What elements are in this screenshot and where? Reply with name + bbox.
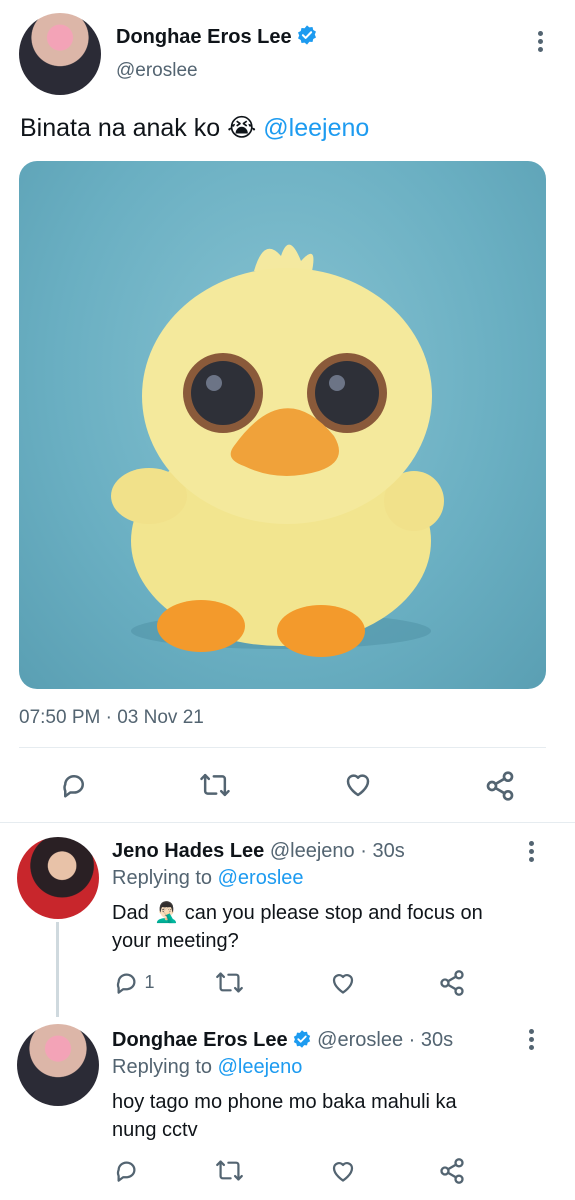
reply-count: 1 (144, 972, 155, 992)
duck-plush-illustration (111, 244, 444, 657)
reply-icon (63, 775, 84, 798)
tweet-image[interactable] (19, 161, 546, 689)
reply-age: · 30s (408, 1029, 454, 1051)
reply-text: Dad 🤦🏻‍♂️ can you please stop and focus … (112, 899, 542, 955)
share-icon (440, 970, 464, 996)
reply-text-part: can you please stop and focus on (184, 902, 483, 924)
mention-link[interactable]: @leejeno (263, 114, 369, 142)
reply-button[interactable] (59, 770, 89, 805)
reply-icon (116, 973, 136, 994)
reply-header: Jeno Hades Lee @leejeno · 30s (112, 840, 405, 863)
replying-to-label: Replying to (112, 1056, 213, 1078)
share-icon (440, 1158, 464, 1184)
replying-to-handle[interactable]: @eroslee (218, 867, 304, 889)
divider (19, 747, 546, 748)
share-icon (486, 771, 514, 801)
retweet-button[interactable] (199, 770, 231, 805)
reply-avatar[interactable] (17, 1024, 99, 1106)
verified-badge-icon (293, 1030, 310, 1048)
reply-display-name[interactable]: Donghae Eros Lee (112, 1029, 288, 1051)
reply-handle[interactable]: @eroslee (317, 1029, 403, 1051)
reply-header: Donghae Eros Lee @eroslee · 30s (112, 1029, 453, 1052)
thread-line (56, 922, 59, 1017)
author-name-row[interactable]: Donghae Eros Lee (116, 24, 318, 50)
share-button[interactable] (438, 969, 466, 1002)
more-vertical-icon[interactable] (521, 838, 541, 865)
crying-emoji: 😭 (227, 114, 257, 142)
retweet-button[interactable] (215, 969, 244, 1001)
replying-to-handle[interactable]: @leejeno (218, 1056, 303, 1078)
retweet-button[interactable] (215, 1157, 244, 1189)
share-button[interactable] (438, 1157, 466, 1190)
retweet-icon (216, 972, 243, 993)
reply-display-name[interactable]: Jeno Hades Lee (112, 840, 264, 862)
more-vertical-icon[interactable] (521, 1026, 541, 1053)
like-icon (346, 774, 370, 797)
reply-icon (116, 1161, 136, 1182)
reply-age: · 30s (360, 840, 405, 862)
author-display-name[interactable]: Donghae Eros Lee (116, 26, 292, 48)
reply-avatar[interactable] (17, 837, 99, 919)
more-vertical-icon[interactable] (530, 28, 550, 55)
reply-text: hoy tago mo phone mo baka mahuli ka nung… (112, 1088, 542, 1144)
like-button[interactable] (329, 970, 357, 1002)
share-button[interactable] (484, 770, 516, 807)
reply-handle[interactable]: @leejeno (270, 840, 355, 862)
section-divider (0, 822, 575, 823)
retweet-icon (200, 773, 230, 797)
facepalm-emoji: 🤦🏻‍♂️ (154, 902, 180, 924)
replying-to-label: Replying to (112, 867, 213, 889)
verified-badge-icon (297, 25, 316, 45)
reply-button[interactable]: 1 (113, 969, 154, 996)
tweet-text: Binata na anak ko 😭 @leejeno (20, 113, 369, 143)
replying-to: Replying to @leejeno (112, 1056, 302, 1079)
reply-text-part: Dad (112, 902, 149, 924)
reply-text-part: hoy tago mo phone mo baka mahuli ka (112, 1091, 457, 1113)
like-button[interactable] (342, 770, 374, 805)
like-button[interactable] (329, 1158, 357, 1190)
retweet-icon (216, 1160, 243, 1181)
author-avatar[interactable] (19, 13, 101, 95)
reply-text-part: nung cctv (112, 1119, 198, 1141)
like-icon (332, 1162, 354, 1182)
reply-button[interactable] (113, 1157, 140, 1189)
author-handle[interactable]: @eroslee (116, 60, 198, 82)
tweet-timestamp[interactable]: 07:50 PM · 03 Nov 21 (19, 707, 204, 729)
replying-to: Replying to @eroslee (112, 867, 304, 890)
like-icon (332, 974, 354, 994)
reply-text-part: your meeting? (112, 930, 239, 952)
tweet-text-body: Binata na anak ko (20, 114, 221, 142)
